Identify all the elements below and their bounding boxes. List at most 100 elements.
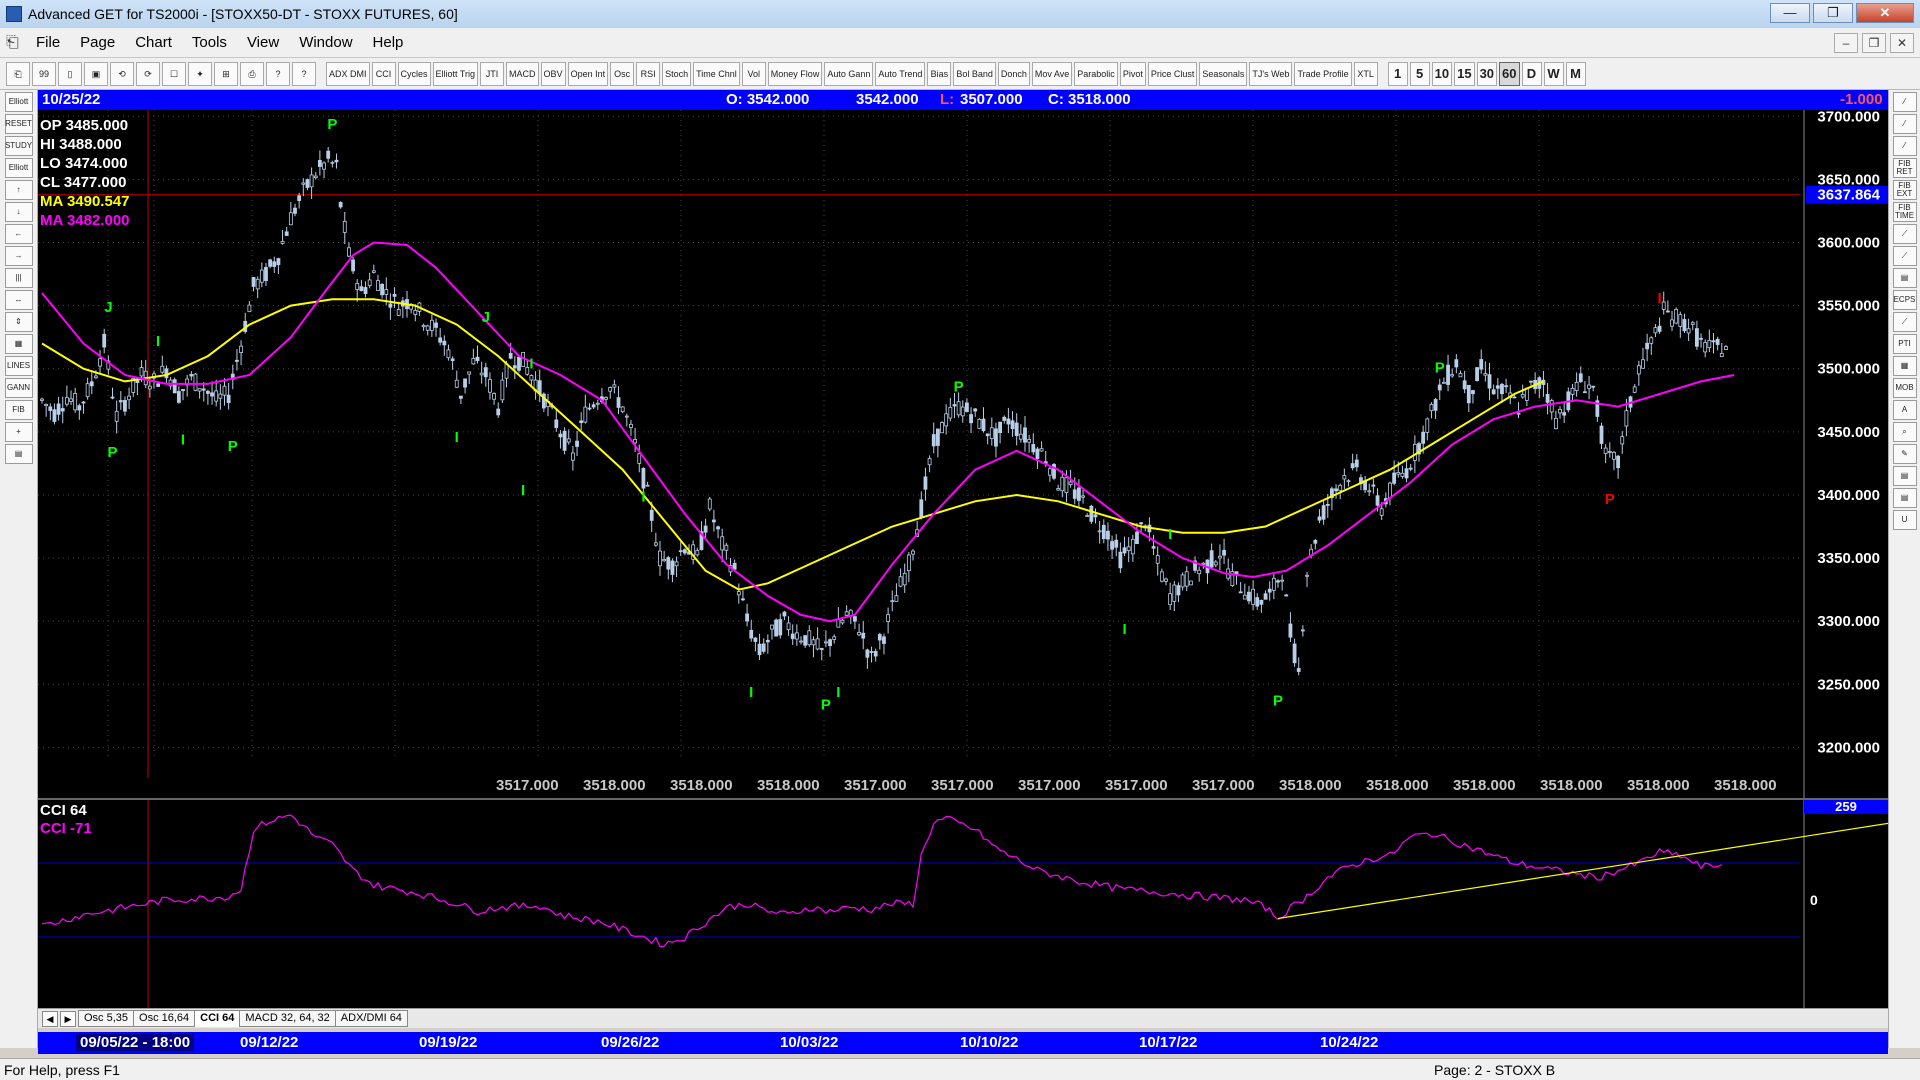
study-button-mov-ave[interactable]: Mov Ave [1031,61,1073,86]
period-button-30[interactable]: 30 [1476,61,1498,86]
study-button-jti[interactable]: JTI [480,61,505,86]
study-button-auto-gann[interactable]: Auto Gann [824,61,874,86]
right-tool-0[interactable]: ⁄ [1892,92,1917,112]
toolbar-button-1[interactable]: 99 [32,61,56,86]
left-tool-10[interactable]: ⇕ [4,312,33,332]
study-button-obv[interactable]: OBV [540,61,566,86]
left-tool-2[interactable]: STUDY [4,136,33,156]
left-tool-5[interactable]: ↓ [4,202,33,222]
study-button-adx-dmi[interactable]: ADX DMI [326,61,370,86]
left-tool-1[interactable]: RESET [4,114,33,134]
mdi-restore-button[interactable]: ❐ [1862,33,1886,53]
right-tool-8[interactable]: ▤ [1892,268,1917,288]
tab-macd-32-64-32[interactable]: MACD 32, 64, 32 [239,1010,336,1027]
left-tool-9[interactable]: ↔ [4,290,33,310]
study-button-seasonals[interactable]: Seasonals [1199,61,1248,86]
tab-adx-dmi-64[interactable]: ADX/DMI 64 [334,1010,408,1027]
study-button-bias[interactable]: Bias [927,61,952,86]
right-tool-12[interactable]: ▦ [1892,356,1917,376]
toolbar-button-4[interactable]: ⟲ [110,61,134,86]
study-button-rsi[interactable]: RSI [636,61,661,86]
left-tool-15[interactable]: + [4,422,33,442]
menu-file[interactable]: File [26,34,70,51]
right-tool-13[interactable]: MOB [1892,378,1917,398]
right-tool-10[interactable]: ⟋ [1892,312,1917,332]
period-button-W[interactable]: W [1543,61,1564,86]
mdi-minimize-button[interactable]: – [1834,33,1858,53]
left-tool-0[interactable]: Elliott [4,92,33,112]
right-tool-14[interactable]: A [1892,400,1917,420]
toolbar-button-8[interactable]: ⊞ [214,61,238,86]
left-tool-13[interactable]: GANN [4,378,33,398]
study-button-trade-profile[interactable]: Trade Profile [1294,61,1352,86]
tab-osc-5-35[interactable]: Osc 5,35 [78,1010,135,1027]
toolbar-button-11[interactable]: ? [292,61,316,86]
left-tool-8[interactable]: ||| [4,268,33,288]
menu-chart[interactable]: Chart [125,34,182,51]
right-tool-16[interactable]: ✎ [1892,444,1917,464]
mdi-close-button[interactable]: ✕ [1890,33,1914,53]
close-button[interactable]: ✕ [1856,3,1914,23]
tab-scroll-right-icon[interactable]: ▶ [60,1010,76,1027]
menu-page[interactable]: Page [70,34,125,51]
study-button-xtl[interactable]: XTL [1353,61,1378,86]
study-button-macd[interactable]: MACD [506,61,539,86]
right-tool-19[interactable]: U [1892,510,1917,530]
toolbar-button-3[interactable]: ▣ [84,61,108,86]
study-button-elliott-trig[interactable]: Elliott Trig [432,61,479,86]
toolbar-button-7[interactable]: ✦ [188,61,212,86]
study-button-vol[interactable]: Vol [741,61,766,86]
study-button-bol-band[interactable]: Bol Band [953,61,996,86]
left-tool-6[interactable]: ← [4,224,33,244]
left-tool-3[interactable]: Elliott [4,158,33,178]
study-button-open-int[interactable]: Open Int [567,61,609,86]
study-button-cycles[interactable]: Cycles [397,61,431,86]
left-tool-14[interactable]: FIB [4,400,33,420]
study-button-donch[interactable]: Donch [997,61,1030,86]
right-tool-5[interactable]: FIB TIME [1892,202,1917,222]
left-tool-12[interactable]: LINES [4,356,33,376]
right-tool-1[interactable]: ⁄ [1892,114,1917,134]
study-button-auto-trend[interactable]: Auto Trend [875,61,926,86]
period-button-D[interactable]: D [1521,61,1542,86]
left-tool-4[interactable]: ↑ [4,180,33,200]
left-tool-7[interactable]: → [4,246,33,266]
right-tool-6[interactable]: ⟋ [1892,224,1917,244]
study-button-stoch[interactable]: Stoch [662,61,692,86]
toolbar-button-5[interactable]: ⟳ [136,61,160,86]
toolbar-button-9[interactable]: ⎙ [240,61,264,86]
right-tool-17[interactable]: ▤ [1892,466,1917,486]
study-button-tj-s-web[interactable]: TJ's Web [1249,61,1293,86]
study-button-pivot[interactable]: Pivot [1119,61,1146,86]
left-tool-16[interactable]: ▤ [4,444,33,464]
minimize-button[interactable]: — [1770,3,1810,23]
period-button-5[interactable]: 5 [1409,61,1430,86]
menu-help[interactable]: Help [363,34,414,51]
study-button-osc[interactable]: Osc [610,61,635,86]
study-button-money-flow[interactable]: Money Flow [767,61,823,86]
right-tool-7[interactable]: ⟋ [1892,246,1917,266]
menu-tools[interactable]: Tools [182,34,237,51]
left-tool-11[interactable]: ▦ [4,334,33,354]
cci-panel[interactable]: CCI 64 CCI -71 259 0 [38,800,1888,1008]
toolbar-button-0[interactable]: ⎗ [6,61,30,86]
toolbar-button-6[interactable]: ☐ [162,61,186,86]
period-button-1[interactable]: 1 [1387,61,1408,86]
price-chart[interactable]: 3700.000 3650.000 3600.000 3550.000 3500.000… [38,110,1888,798]
study-button-cci[interactable]: CCI [371,61,396,86]
toolbar-button-2[interactable]: ▯ [58,61,82,86]
period-button-10[interactable]: 10 [1431,61,1453,86]
tab-cci-64[interactable]: CCI 64 [194,1010,241,1027]
maximize-button[interactable]: ❐ [1813,3,1853,23]
study-button-time-chnl[interactable]: Time Chnl [693,61,740,86]
tab-osc-16-64[interactable]: Osc 16,64 [133,1010,196,1027]
right-tool-3[interactable]: FIB RET [1892,158,1917,178]
study-button-price-clust[interactable]: Price Clust [1147,61,1198,86]
right-tool-15[interactable]: ⌕ [1892,422,1917,442]
right-tool-18[interactable]: ▤ [1892,488,1917,508]
period-button-M[interactable]: M [1565,61,1586,86]
right-tool-2[interactable]: ⁄ [1892,136,1917,156]
right-tool-9[interactable]: ECPS [1892,290,1917,310]
tab-scroll-left-icon[interactable]: ◀ [42,1010,58,1027]
study-button-parabolic[interactable]: Parabolic [1074,61,1118,86]
